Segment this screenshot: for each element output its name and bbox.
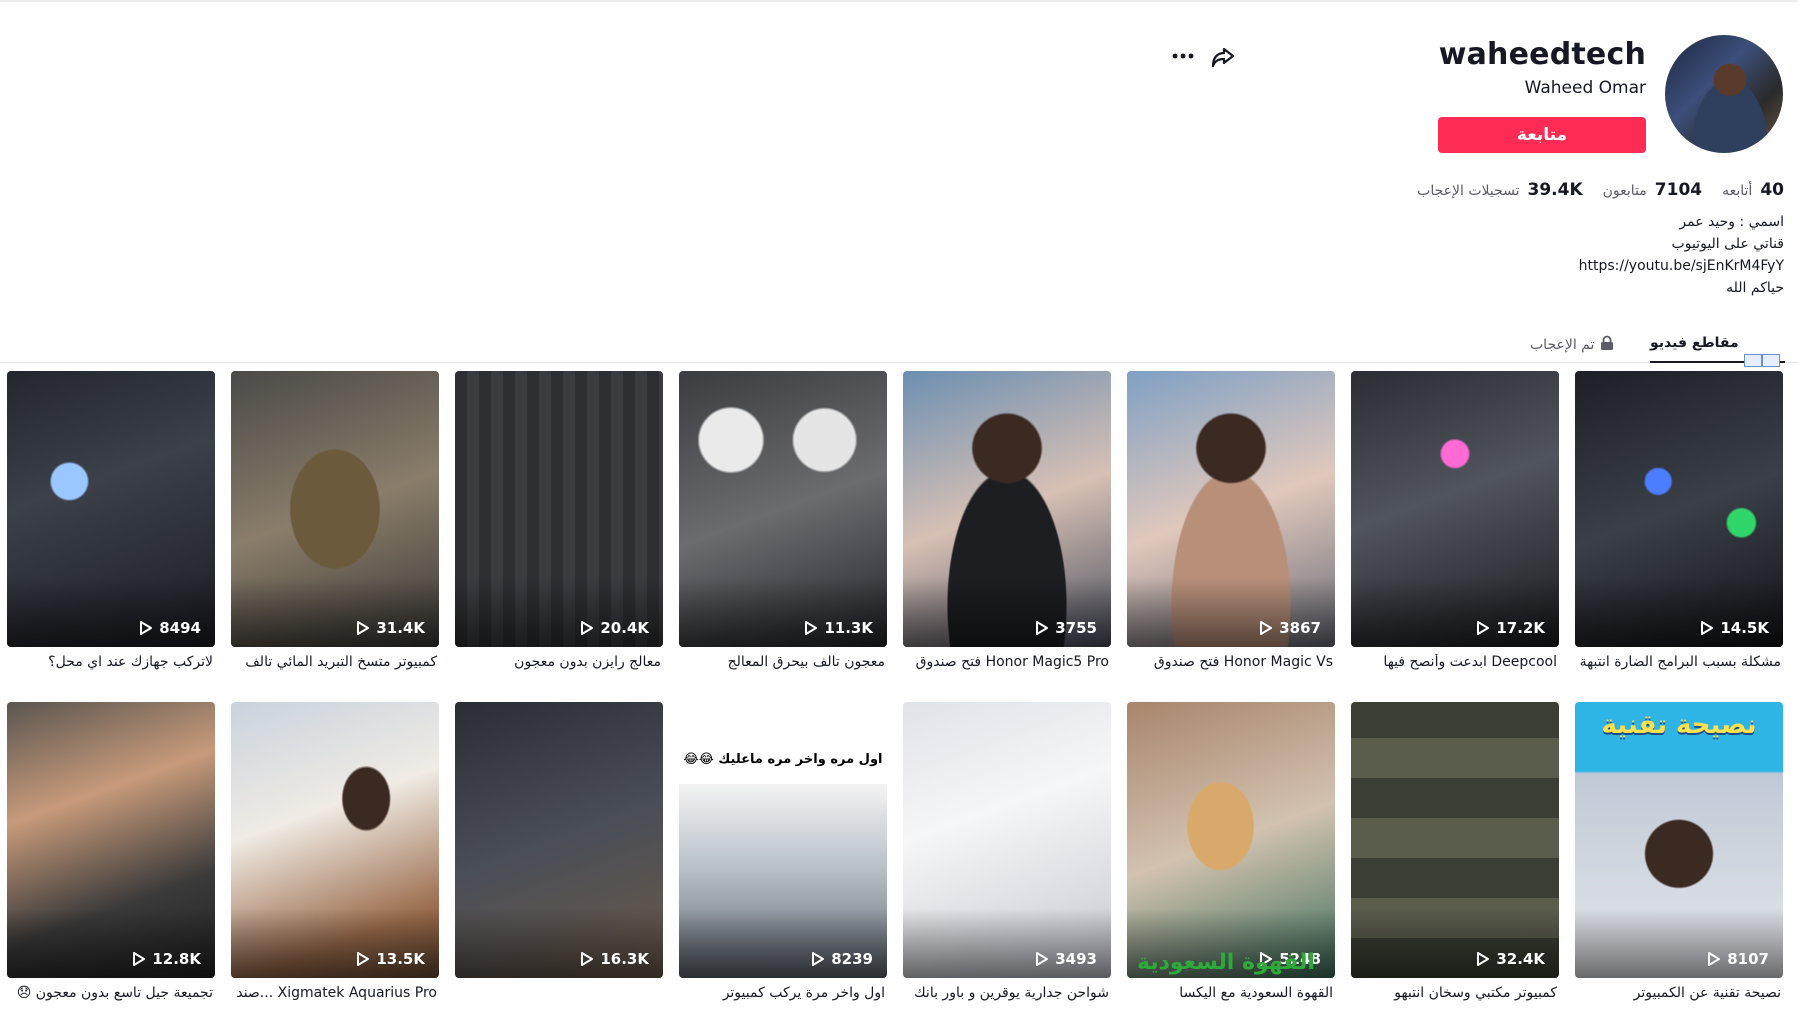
view-count: 11.3K <box>804 619 873 637</box>
video-thumbnail[interactable] <box>1351 371 1559 647</box>
video-thumbnail[interactable]: نصيحة تقنية <box>1575 702 1783 978</box>
view-count: 8494 <box>139 619 201 637</box>
video-caption[interactable]: لاتركب جهازك عند اي محل؟ <box>7 654 213 670</box>
video-caption[interactable]: Honor Magic Vs فتح صندوق <box>1127 654 1333 670</box>
view-count: 13.5K <box>356 950 425 968</box>
video-thumbnail[interactable] <box>455 371 663 647</box>
play-icon <box>357 621 370 635</box>
video-thumbnail[interactable] <box>7 371 215 647</box>
video-caption[interactable]: كمبيوتر مكتبي وسخان انتبهو <box>1351 985 1557 1001</box>
video-caption[interactable]: Deepcool ابدعت وأنصح فيها <box>1351 654 1557 670</box>
play-icon <box>133 952 146 966</box>
video-caption[interactable]: كمبيوتر متسخ التبريد المائي تالف <box>231 654 437 670</box>
play-icon <box>1701 621 1714 635</box>
view-count: 3755 <box>1035 619 1097 637</box>
view-count: 12.8K <box>132 950 201 968</box>
thumbnail-overlay-text: اول مره واخر مره ماعليك 😂😂 <box>683 752 883 767</box>
video-thumbnail[interactable]: اول مره واخر مره ماعليك 😂😂 <box>679 702 887 978</box>
view-count: 8239 <box>811 950 873 968</box>
view-count: 31.4K <box>356 619 425 637</box>
video-caption[interactable]: نصيحة تقنية عن الكمبيوتر <box>1575 985 1781 1001</box>
video-thumbnail[interactable] <box>1351 702 1559 978</box>
video-thumbnail[interactable] <box>679 371 887 647</box>
video-thumbnail[interactable] <box>903 702 1111 978</box>
play-icon <box>581 621 594 635</box>
video-caption[interactable]: القهوة السعودية مع اليكسا <box>1127 985 1333 1001</box>
video-caption[interactable]: Xigmatek Aquarius Pro ...صند <box>231 985 437 1001</box>
play-icon <box>812 952 825 966</box>
play-icon <box>1036 952 1049 966</box>
view-count: 20.4K <box>580 619 649 637</box>
video-caption[interactable]: معالج رايزن بدون معجون <box>455 654 661 670</box>
video-caption[interactable]: تجميعة جيل تاسع بدون معجون 😞 <box>7 985 213 1001</box>
video-caption[interactable]: اول واخر مرة يركب كمبيوتر <box>679 985 885 1001</box>
thumbnail-title: نصيحة تقنية <box>1601 710 1757 740</box>
video-caption[interactable]: Honor Magic5 Pro فتح صندوق <box>903 654 1109 670</box>
video-thumbnail[interactable] <box>1575 371 1783 647</box>
play-icon <box>140 621 153 635</box>
thumbnail-banner <box>679 702 887 784</box>
video-thumbnail[interactable] <box>7 702 215 978</box>
video-thumbnail[interactable] <box>1127 371 1335 647</box>
play-icon <box>805 621 818 635</box>
view-count: 3493 <box>1035 950 1097 968</box>
view-count: 16.3K <box>580 950 649 968</box>
video-thumbnail[interactable] <box>1127 702 1335 978</box>
play-icon <box>581 952 594 966</box>
video-thumbnail[interactable] <box>231 371 439 647</box>
view-count: 14.5K <box>1700 619 1769 637</box>
play-icon <box>1477 621 1490 635</box>
view-count: 32.4K <box>1476 950 1545 968</box>
play-icon <box>1036 621 1049 635</box>
play-icon <box>1477 952 1490 966</box>
thumbnail-overlay-text: القهوة السعودية <box>1137 950 1315 975</box>
video-grid: 14.5K مشكلة بسبب البرامج الضارة انتبهة 😡… <box>0 0 1798 1012</box>
view-count: 3867 <box>1259 619 1321 637</box>
video-thumbnail[interactable] <box>903 371 1111 647</box>
play-icon <box>357 952 370 966</box>
video-thumbnail[interactable] <box>231 702 439 978</box>
video-thumbnail[interactable] <box>455 702 663 978</box>
video-caption[interactable]: معجون تالف بيحرق المعالج <box>679 654 885 670</box>
play-icon <box>1708 952 1721 966</box>
view-count: 17.2K <box>1476 619 1545 637</box>
video-caption[interactable]: شواحن جدارية يوقرين و باور بانك <box>903 985 1109 1001</box>
video-caption[interactable]: مشكلة بسبب البرامج الضارة انتبهة 😡 <box>1575 654 1781 670</box>
play-icon <box>1260 621 1273 635</box>
view-count: 8107 <box>1707 950 1769 968</box>
